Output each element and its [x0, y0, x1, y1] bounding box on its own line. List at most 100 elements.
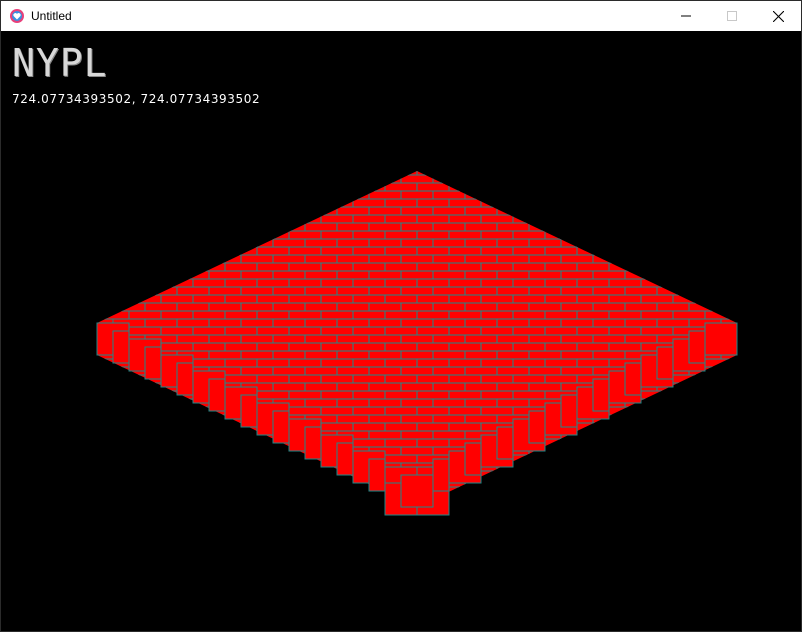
brick	[688, 238, 722, 248]
brick	[624, 270, 658, 280]
brick	[288, 358, 322, 368]
brick	[512, 374, 546, 384]
brick	[352, 246, 386, 256]
brick	[560, 238, 594, 248]
brick	[400, 334, 434, 344]
brick	[512, 182, 546, 192]
brick	[97, 182, 130, 192]
brick	[320, 214, 354, 224]
brick	[528, 302, 562, 312]
brick	[512, 342, 546, 352]
brick	[160, 230, 194, 240]
brick	[304, 222, 338, 232]
brick	[272, 478, 306, 488]
brick	[272, 206, 306, 216]
brick	[368, 174, 402, 184]
brick	[432, 254, 466, 264]
brick	[432, 206, 466, 216]
brick	[496, 494, 530, 504]
brick	[97, 454, 98, 464]
brick	[160, 198, 194, 208]
brick	[352, 294, 386, 304]
title-bar[interactable]: Untitled	[1, 1, 801, 31]
brick	[176, 302, 210, 312]
minimize-button[interactable]	[663, 1, 709, 31]
brick	[97, 454, 130, 464]
brick	[448, 246, 482, 256]
brick	[368, 238, 402, 248]
brick	[720, 366, 737, 376]
brick	[128, 214, 162, 224]
brick	[496, 238, 530, 248]
brick	[272, 286, 306, 296]
brick	[240, 494, 274, 504]
brick	[464, 174, 498, 184]
brick	[464, 190, 498, 200]
brick	[448, 422, 482, 432]
brick	[320, 374, 354, 384]
brick	[97, 182, 98, 192]
brick	[192, 171, 226, 176]
maximize-button[interactable]	[709, 1, 755, 31]
isometric-board[interactable]	[1, 31, 801, 631]
brick	[368, 350, 402, 360]
brick	[592, 478, 626, 488]
brick	[512, 262, 546, 272]
brick	[240, 222, 274, 232]
brick	[288, 502, 322, 507]
brick	[192, 454, 226, 464]
brick	[448, 342, 482, 352]
brick	[160, 214, 194, 224]
brick	[624, 494, 658, 504]
brick	[192, 486, 226, 496]
close-button[interactable]	[755, 1, 801, 31]
brick	[608, 486, 642, 496]
brick	[416, 374, 450, 384]
brick	[97, 294, 98, 304]
brick	[97, 470, 98, 480]
brick	[256, 454, 290, 464]
brick	[352, 198, 386, 208]
brick	[176, 318, 210, 328]
brick	[592, 494, 626, 504]
brick	[672, 454, 706, 464]
brick	[224, 246, 258, 256]
brick	[736, 438, 737, 448]
brick	[640, 294, 674, 304]
brick	[544, 454, 578, 464]
brick	[320, 294, 354, 304]
brick	[336, 318, 370, 328]
brick	[688, 446, 722, 456]
brick	[624, 478, 658, 488]
brick	[97, 174, 114, 184]
brick	[416, 246, 450, 256]
front-block	[704, 322, 738, 356]
brick	[480, 171, 514, 176]
brick	[272, 350, 306, 360]
brick	[97, 198, 98, 208]
brick	[240, 334, 274, 344]
brick	[560, 350, 594, 360]
brick	[128, 278, 162, 288]
step-block	[208, 378, 226, 412]
brick	[528, 174, 562, 184]
brick	[97, 230, 130, 240]
brick	[97, 390, 98, 400]
brick	[400, 174, 434, 184]
brick	[256, 246, 290, 256]
game-canvas[interactable]: NYPL 724.07734393502, 724.07734393502	[1, 31, 801, 631]
brick	[624, 462, 658, 472]
brick	[480, 486, 514, 496]
brick	[208, 254, 242, 264]
brick	[208, 494, 242, 504]
brick	[400, 398, 434, 408]
brick	[368, 222, 402, 232]
brick	[640, 214, 674, 224]
brick	[224, 326, 258, 336]
brick	[753, 335, 785, 343]
brick	[672, 374, 706, 384]
brick	[384, 358, 418, 368]
brick	[288, 470, 322, 480]
brick	[192, 342, 226, 352]
brick	[128, 326, 162, 336]
